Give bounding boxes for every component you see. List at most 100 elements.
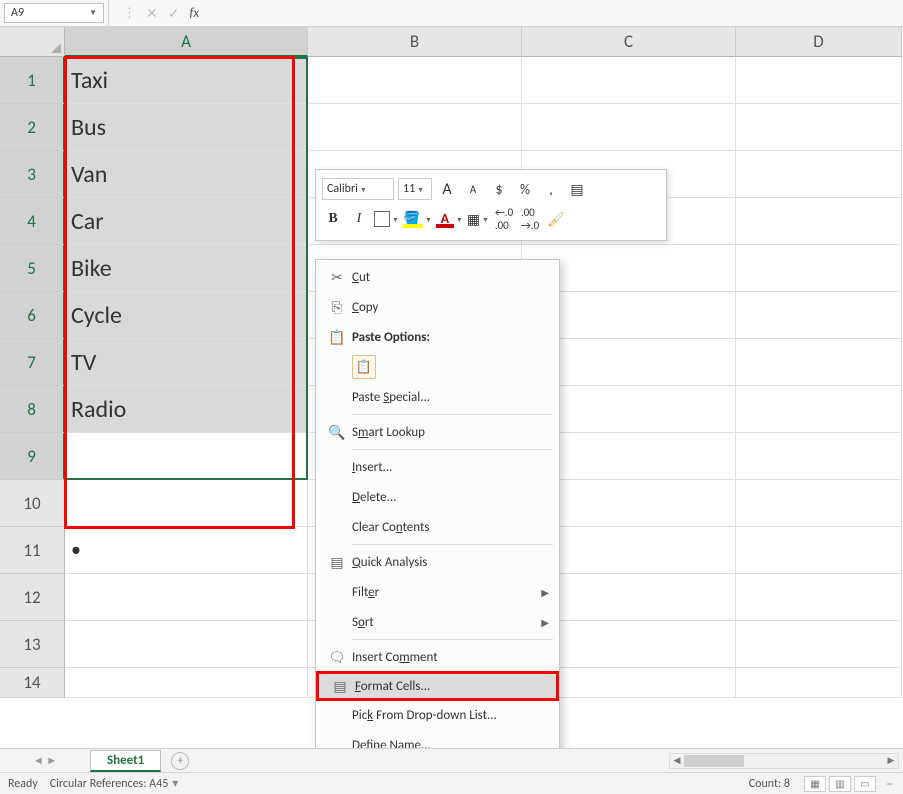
row-header-3[interactable]: 3 (0, 151, 65, 198)
menu-item-smart-lookup[interactable]: 🔍 Smart Lookup (316, 417, 559, 447)
menu-item-clear-contents[interactable]: Clear Contents (316, 512, 559, 542)
cell-D3[interactable] (736, 151, 902, 198)
font-size-dropdown[interactable]: 11▼ (398, 178, 432, 200)
cell-A3[interactable]: Van (65, 151, 308, 198)
cell-A6[interactable]: Cycle (65, 292, 308, 339)
scroll-left-arrow-icon[interactable]: ◀ (670, 754, 684, 768)
row-header-1[interactable]: 1 (0, 57, 65, 104)
cell-D7[interactable] (736, 339, 902, 386)
cell-A4[interactable]: Car (65, 198, 308, 245)
menu-item-pick-list[interactable]: Pick From Drop-down List... (316, 700, 559, 730)
menu-item-insert[interactable]: Insert... (316, 452, 559, 482)
formula-input[interactable] (213, 0, 903, 26)
cell-A10[interactable] (65, 480, 308, 527)
row-header-12[interactable]: 12 (0, 574, 65, 621)
cell-D4[interactable] (736, 198, 902, 245)
cell-D1[interactable] (736, 57, 902, 104)
increase-font-button[interactable]: A (436, 178, 458, 200)
select-all-corner[interactable] (0, 27, 65, 57)
row-header-13[interactable]: 13 (0, 621, 65, 668)
column-header-B[interactable]: B (308, 27, 522, 57)
cell-D5[interactable] (736, 245, 902, 292)
menu-item-cut[interactable]: ✂ Cut (316, 262, 559, 292)
column-header-C[interactable]: C (522, 27, 736, 57)
cell-B2[interactable] (308, 104, 522, 151)
menu-item-copy[interactable]: ⎘ Copy (316, 292, 559, 322)
sheet-tab-active[interactable]: Sheet1 (90, 750, 161, 772)
name-box-dropdown-icon[interactable]: ▼ (89, 8, 97, 18)
border-dropdown[interactable]: ▼ (374, 208, 399, 230)
cell-A12[interactable] (65, 574, 308, 621)
fill-color-dropdown[interactable]: 🪣▼ (403, 208, 432, 230)
menu-item-sort[interactable]: Sort ▶ (316, 607, 559, 637)
increase-decimal-button[interactable]: ←.0.00 (493, 208, 515, 230)
zoom-out-button[interactable]: – (886, 775, 895, 792)
cell-D14[interactable] (736, 668, 902, 698)
decrease-decimal-button[interactable]: .00→.0 (519, 208, 541, 230)
cell-D13[interactable] (736, 621, 902, 668)
scroll-thumb[interactable] (684, 755, 744, 767)
font-color-dropdown[interactable]: A▼ (436, 208, 463, 230)
view-normal-button[interactable]: ▦ (804, 776, 826, 792)
cell-A7[interactable]: TV (65, 339, 308, 386)
row-header-6[interactable]: 6 (0, 292, 65, 339)
currency-button[interactable]: $ (488, 178, 510, 200)
row-header-5[interactable]: 5 (0, 245, 65, 292)
row-header-7[interactable]: 7 (0, 339, 65, 386)
cell-A14[interactable] (65, 668, 308, 698)
cell-A8[interactable]: Radio (65, 386, 308, 433)
menu-item-insert-comment[interactable]: 🗨 Insert Comment (316, 642, 559, 672)
scroll-right-arrow-icon[interactable]: ▶ (884, 754, 898, 768)
column-header-A[interactable]: A (65, 27, 308, 57)
cell-D10[interactable] (736, 480, 902, 527)
menu-item-quick-analysis[interactable]: ▤ Quick Analysis (316, 547, 559, 577)
fx-icon[interactable]: fx (189, 6, 199, 21)
borders-dropdown[interactable]: ▦▼ (467, 208, 489, 230)
cell-B1[interactable] (308, 57, 522, 104)
font-family-dropdown[interactable]: Calibri▼ (322, 178, 394, 200)
percent-button[interactable]: % (514, 178, 536, 200)
cell-D8[interactable] (736, 386, 902, 433)
name-box[interactable]: A9 ▼ (4, 3, 104, 23)
row-header-4[interactable]: 4 (0, 198, 65, 245)
row-header-2[interactable]: 2 (0, 104, 65, 151)
cell-D12[interactable] (736, 574, 902, 621)
column-header-D[interactable]: D (736, 27, 902, 57)
cell-D9[interactable] (736, 433, 902, 480)
cell-A13[interactable] (65, 621, 308, 668)
cell-A1[interactable]: Taxi (65, 57, 308, 104)
cancel-icon[interactable]: ✕ (146, 5, 158, 22)
accept-icon[interactable]: ✓ (168, 5, 180, 22)
row-header-8[interactable]: 8 (0, 386, 65, 433)
row-header-14[interactable]: 14 (0, 668, 65, 698)
merge-center-icon[interactable]: ▤ (566, 178, 588, 200)
circular-refs-menu-icon[interactable]: ▾ (172, 776, 178, 791)
menu-item-paste-special[interactable]: Paste Special... (316, 382, 559, 412)
cell-C1[interactable] (522, 57, 736, 104)
paste-button[interactable]: 📋 (352, 355, 376, 379)
cell-A2[interactable]: Bus (65, 104, 308, 151)
options-icon[interactable]: ⋮ (123, 6, 136, 21)
row-header-11[interactable]: 11 (0, 527, 65, 574)
cell-C2[interactable] (522, 104, 736, 151)
bold-button[interactable]: B (322, 208, 344, 230)
view-pagelayout-button[interactable]: ▥ (829, 776, 851, 792)
cell-D11[interactable] (736, 527, 902, 574)
italic-button[interactable]: I (348, 208, 370, 230)
comma-button[interactable]: , (540, 178, 562, 200)
row-header-9[interactable]: 9 (0, 433, 65, 480)
decrease-font-button[interactable]: A (462, 178, 484, 200)
cell-A9[interactable] (65, 433, 308, 480)
cell-D6[interactable] (736, 292, 902, 339)
cell-A11[interactable]: • (65, 527, 308, 574)
row-header-10[interactable]: 10 (0, 480, 65, 527)
menu-item-delete[interactable]: Delete... (316, 482, 559, 512)
cell-D2[interactable] (736, 104, 902, 151)
menu-item-filter[interactable]: Filter ▶ (316, 577, 559, 607)
horizontal-scrollbar[interactable]: ◀ ▶ (669, 753, 899, 769)
menu-item-format-cells[interactable]: ▤ Format Cells... (316, 671, 559, 701)
view-pagebreak-button[interactable]: ▭ (854, 776, 876, 792)
cell-A5[interactable]: Bike (65, 245, 308, 292)
format-painter-icon[interactable]: 🖌 (545, 208, 567, 230)
sheet-tab-nav[interactable]: ◄ ► (0, 754, 90, 767)
